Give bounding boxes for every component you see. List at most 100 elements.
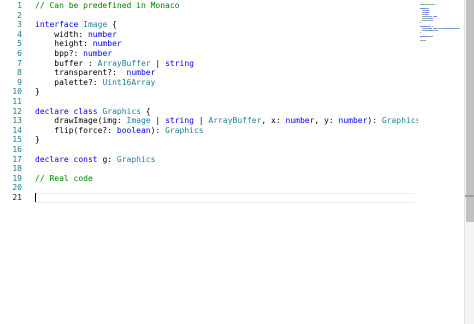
code-token-keyword: declare xyxy=(35,106,74,116)
code-token-type: ArrayBuffer xyxy=(208,116,262,126)
line-number: 18 xyxy=(12,164,22,174)
code-token-keyword: string xyxy=(165,116,194,126)
code-line[interactable]: } xyxy=(35,135,40,145)
code-token-type: Graphics xyxy=(381,116,421,126)
line-number: 5 xyxy=(17,39,22,49)
code-token-plain: | xyxy=(193,116,209,126)
minimap-line xyxy=(422,18,430,19)
line-number: 12 xyxy=(12,106,22,116)
minimap-line xyxy=(456,28,460,29)
minimap-line xyxy=(425,14,428,15)
code-token-plain: ): xyxy=(150,125,166,135)
line-number: 15 xyxy=(12,135,22,145)
code-token-plain: height: xyxy=(35,39,93,49)
code-token-plain: , x: xyxy=(261,116,286,126)
code-token-plain: transparent?: xyxy=(35,68,127,78)
minimap-line xyxy=(425,10,429,11)
code-line[interactable]: width: number xyxy=(35,30,117,40)
minimap-line xyxy=(422,28,430,29)
code-line[interactable]: declare class Graphics { xyxy=(35,107,151,117)
code-token-plain: { xyxy=(140,106,151,116)
code-token-comment: // Can be predefined in Monaco xyxy=(35,1,180,10)
code-token-plain: drawImage(img: xyxy=(35,116,127,126)
code-token-keyword: const xyxy=(73,154,103,164)
code-editor[interactable]: 1 2 3 4 5 6 7 8 9 10 11 12 13 14 15 16 17 18 19 20 21 // Can… xyxy=(0,0,474,324)
code-token-plain: g: xyxy=(102,154,117,164)
line-number: 17 xyxy=(12,154,22,164)
line-number: 10 xyxy=(12,87,22,97)
minimap[interactable] xyxy=(418,0,464,324)
minimap-line xyxy=(428,8,429,9)
code-line[interactable]: drawImage(img: Image | string | ArrayBuf… xyxy=(35,116,420,126)
line-number: 6 xyxy=(17,49,22,58)
line-number: 4 xyxy=(17,29,22,39)
line-number: 3 xyxy=(17,20,22,30)
code-token-type: Graphics xyxy=(165,125,204,135)
overview-ruler-cursor-mark xyxy=(465,195,474,197)
minimap-line xyxy=(420,40,426,41)
minimap-line xyxy=(427,26,431,27)
code-token-plain: flip(force?: xyxy=(35,125,117,135)
code-token-keyword: interface xyxy=(35,20,84,30)
code-token-plain: , y: xyxy=(314,116,339,126)
code-token-type: ArrayBuffer xyxy=(97,58,151,68)
code-line[interactable]: interface Image { xyxy=(35,20,117,30)
minimap-line xyxy=(420,4,435,5)
code-token-keyword: string xyxy=(165,58,194,68)
code-line[interactable]: // Real code xyxy=(35,174,93,184)
vertical-scrollbar[interactable] xyxy=(464,0,474,324)
code-token-type: Image xyxy=(83,20,108,30)
code-token-plain: } xyxy=(35,135,40,145)
line-number-gutter: 1 2 3 4 5 6 7 8 9 10 11 12 13 14 15 16 17 18 19 20 21 xyxy=(0,0,26,324)
code-line[interactable]: buffer : ArrayBuffer | string xyxy=(35,59,194,69)
code-line[interactable]: transparent?: number xyxy=(35,68,155,78)
code-line[interactable]: declare const g: Graphics xyxy=(35,155,155,165)
code-token-keyword: number xyxy=(87,29,117,39)
code-token-keyword: number xyxy=(92,39,122,49)
scrollbar-thumb[interactable] xyxy=(466,0,474,222)
code-text-area[interactable]: // Can be predefined in Monaco interface … xyxy=(35,0,420,324)
code-line[interactable]: flip(force?: boolean): Graphics xyxy=(35,125,204,136)
minimap-line xyxy=(433,16,437,17)
minimap-line xyxy=(420,32,421,33)
line-number: 13 xyxy=(12,116,22,126)
minimap-line xyxy=(420,22,421,23)
code-token-plain: } xyxy=(35,87,40,97)
code-token-type: Image xyxy=(126,116,151,126)
minimap-line xyxy=(426,16,432,17)
code-token-keyword: declare xyxy=(35,154,74,164)
minimap-line xyxy=(427,20,433,21)
code-token-keyword: number xyxy=(285,116,315,126)
code-token-plain: ): xyxy=(367,116,382,126)
line-number: 21 xyxy=(12,193,22,202)
line-number: 16 xyxy=(12,145,22,154)
line-number: 7 xyxy=(17,58,22,68)
code-line[interactable]: // Can be predefined in Monaco xyxy=(35,1,180,11)
code-token-plain: palette?: xyxy=(35,77,103,87)
line-number: 11 xyxy=(12,97,22,106)
code-token-plain: width: xyxy=(35,29,88,39)
code-token-plain: bpp?: xyxy=(35,49,84,58)
code-line[interactable]: palette?: Uint16Array xyxy=(35,78,155,88)
code-token-keyword: class xyxy=(73,106,103,116)
code-token-plain: | xyxy=(150,58,166,68)
line-number: 8 xyxy=(17,68,22,78)
line-number: 20 xyxy=(12,183,22,193)
code-token-keyword: number xyxy=(338,116,368,126)
line-number: 14 xyxy=(12,125,22,135)
minimap-line xyxy=(426,12,429,13)
line-number: 2 xyxy=(17,10,22,20)
minimap-line xyxy=(433,30,438,31)
code-token-keyword: number xyxy=(83,49,113,58)
minimap-line xyxy=(428,36,433,37)
code-token-plain: buffer : xyxy=(35,58,98,68)
code-line[interactable]: height: number xyxy=(35,39,122,49)
code-token-plain: { xyxy=(107,20,117,30)
code-token-type: Graphics xyxy=(116,154,156,164)
code-line[interactable]: bpp?: number xyxy=(35,49,112,59)
line-number: 9 xyxy=(17,77,22,87)
code-token-keyword: boolean xyxy=(116,125,151,135)
code-token-type: Uint16Array xyxy=(102,77,156,87)
text-cursor xyxy=(35,193,36,203)
code-line[interactable]: } xyxy=(35,87,40,97)
